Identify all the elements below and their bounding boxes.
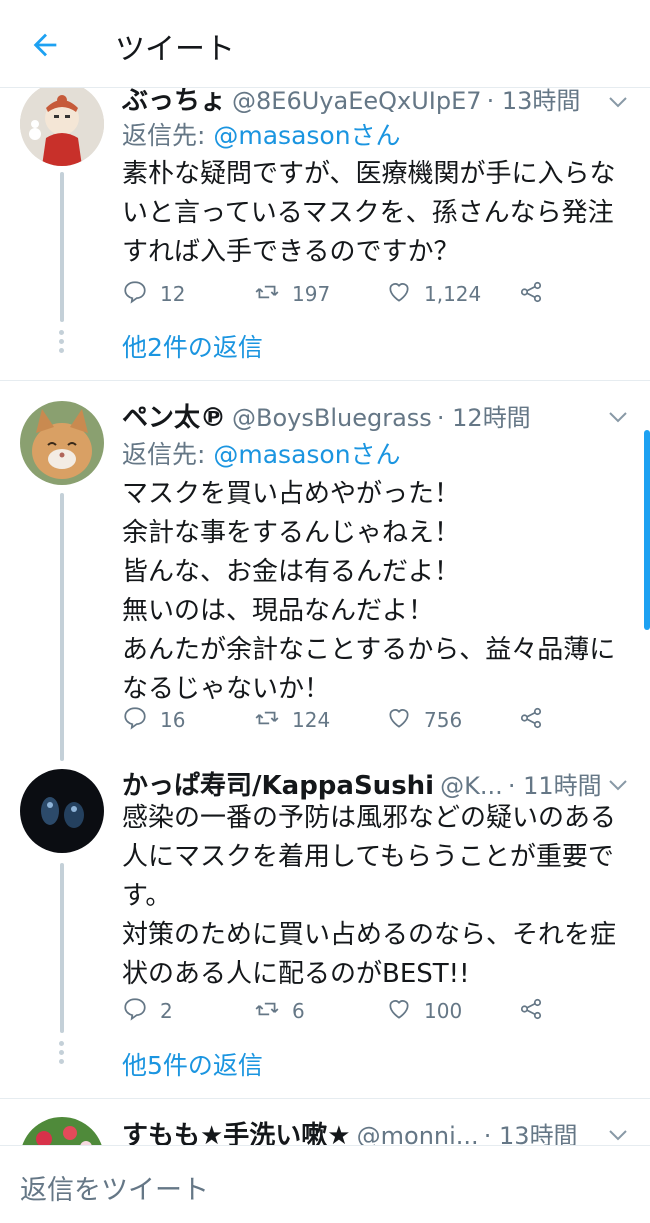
tweet-text-line: なるじゃないか！ (122, 674, 331, 704)
share-icon (518, 279, 544, 309)
tweet-text-line: いと言っているマスクを、孫さんなら発注 (122, 198, 614, 228)
reply-to-label: 返信先: (122, 440, 214, 469)
tweet-text-line: 人にマスクを着用してもらうことが重要で (122, 842, 614, 872)
tweet[interactable]: ペン太℗ @BoysBluegrass · 12時間 返信先: @masasonさ… (0, 381, 650, 761)
retweet-count: 6 (292, 999, 305, 1023)
retweet-icon (254, 705, 280, 735)
tweet-text-line: 状のある人に配るのがBEST!! (122, 959, 470, 989)
more-replies-link[interactable]: 他2件の返信 (122, 328, 263, 364)
share-button[interactable] (518, 705, 544, 735)
user-handle[interactable]: @K... (440, 772, 503, 800)
reply-compose-bar[interactable]: 返信をツイート (0, 1145, 650, 1223)
reply-count: 2 (160, 999, 173, 1023)
tweet-actions: 16 124 756 (122, 705, 562, 735)
reply-to: 返信先: @masasonさん (122, 435, 401, 471)
reply-count: 12 (160, 282, 186, 306)
retweet-count: 124 (292, 708, 331, 732)
retweet-icon (254, 996, 280, 1026)
reply-icon (122, 279, 148, 309)
heart-icon (386, 996, 412, 1026)
like-button[interactable]: 100 (386, 996, 462, 1026)
avatar[interactable] (20, 401, 104, 485)
thread-line (60, 493, 64, 761)
tweet-text-line: あんたが余計なことするから、益々品薄に (122, 635, 616, 665)
tweet-text-line: 素朴な疑問ですが、医療機関が手に入らな (122, 159, 616, 189)
tweet-time: · 13時間 (486, 87, 581, 115)
heart-icon (386, 705, 412, 735)
chevron-down-icon[interactable] (606, 90, 630, 114)
tweet-text-line: 対策のために買い占めるのなら、それを症 (122, 920, 617, 950)
chevron-down-icon[interactable] (606, 1123, 630, 1145)
tweet-text: マスクを買い占めやがった！ 余計な事をするんじゃねえ！ 皆んな、お金は有るんだよ… (122, 475, 632, 709)
reply-button[interactable]: 2 (122, 996, 173, 1026)
page-title: ツイート (115, 32, 235, 67)
share-icon (518, 996, 544, 1026)
top-bar: ツイート (0, 0, 650, 88)
tweet-text-line: 余計な事をするんじゃねえ！ (122, 518, 461, 548)
like-count: 100 (424, 999, 463, 1023)
user-handle[interactable]: @BoysBluegrass (232, 404, 432, 432)
tweet-time: · 13時間 (483, 1122, 578, 1145)
reply-button[interactable]: 16 (122, 705, 185, 735)
tweet-text-line: 感染の一番の予防は風邪などの疑いのある (122, 803, 617, 833)
avatar[interactable] (20, 769, 104, 853)
thread-line (60, 863, 64, 1033)
like-count: 1,124 (424, 282, 482, 306)
tweet-text: 感染の一番の予防は風邪などの疑いのある 人にマスクを着用してもらうことが重要で … (122, 799, 632, 994)
chevron-down-icon[interactable] (606, 405, 630, 429)
tweet-actions: 2 6 100 (122, 996, 562, 1026)
like-count: 756 (424, 708, 463, 732)
thread-dots (59, 330, 65, 357)
tweet-time: · 12時間 (436, 404, 531, 432)
tweet-text-line: マスクを買い占めやがった！ (122, 479, 461, 509)
retweet-button[interactable]: 6 (254, 996, 305, 1026)
tweet-text-line: 皆んな、お金は有るんだよ！ (122, 557, 461, 587)
thread-dots (59, 1041, 65, 1068)
reply-to-mention[interactable]: @masasonさん (213, 121, 400, 150)
more-replies-link[interactable]: 他5件の返信 (122, 1046, 263, 1082)
display-name[interactable]: すもも★手洗い嗽★ (122, 1121, 351, 1145)
tweet-text-line: すれば入手できるのですか？ (122, 237, 460, 267)
tweet-text-line: す。 (122, 881, 172, 911)
tweet-actions: 12 197 1,124 (122, 279, 562, 309)
like-button[interactable]: 1,124 (386, 279, 481, 309)
avatar[interactable] (20, 82, 104, 166)
reply-to-mention[interactable]: @masasonさん (213, 440, 400, 469)
share-icon (518, 705, 544, 735)
chevron-down-icon[interactable] (606, 773, 630, 797)
reply-to-label: 返信先: (122, 121, 214, 150)
share-button[interactable] (518, 996, 544, 1026)
thread-line (60, 172, 64, 322)
display-name[interactable]: ぶっちょ (122, 86, 226, 116)
back-arrow-icon[interactable] (28, 28, 62, 62)
retweet-count: 197 (292, 282, 331, 306)
user-handle[interactable]: @8E6UyaEeQxUIpE7 (232, 87, 482, 115)
tweet-text-line: 無いのは、現品なんだよ！ (122, 596, 435, 626)
like-button[interactable]: 756 (386, 705, 462, 735)
reply-icon (122, 996, 148, 1026)
tweet[interactable]: かっぱ寿司/KappaSushi @K... · 11時間 感染の一番の予防は風邪… (0, 761, 650, 1091)
reply-input-placeholder[interactable]: 返信をツイート (20, 1168, 209, 1207)
tweet-text: 素朴な疑問ですが、医療機関が手に入らな いと言っているマスクを、孫さんなら発注 … (122, 155, 632, 272)
tweet-time: · 11時間 (507, 772, 602, 800)
tweet[interactable]: すもも★手洗い嗽★ @monni... · 13時間 (0, 1099, 650, 1145)
share-button[interactable] (518, 279, 544, 309)
heart-icon (386, 279, 412, 309)
avatar[interactable] (20, 1117, 104, 1145)
reply-button[interactable]: 12 (122, 279, 185, 309)
scrollbar[interactable] (644, 430, 650, 630)
display-name[interactable]: ペン太℗ (122, 403, 226, 433)
retweet-button[interactable]: 197 (254, 279, 330, 309)
reply-count: 16 (160, 708, 186, 732)
retweet-button[interactable]: 124 (254, 705, 330, 735)
display-name[interactable]: かっぱ寿司/KappaSushi (122, 771, 434, 801)
user-handle[interactable]: @monni... (357, 1122, 479, 1145)
retweet-icon (254, 279, 280, 309)
reply-icon (122, 705, 148, 735)
reply-to: 返信先: @masasonさん (122, 116, 401, 152)
